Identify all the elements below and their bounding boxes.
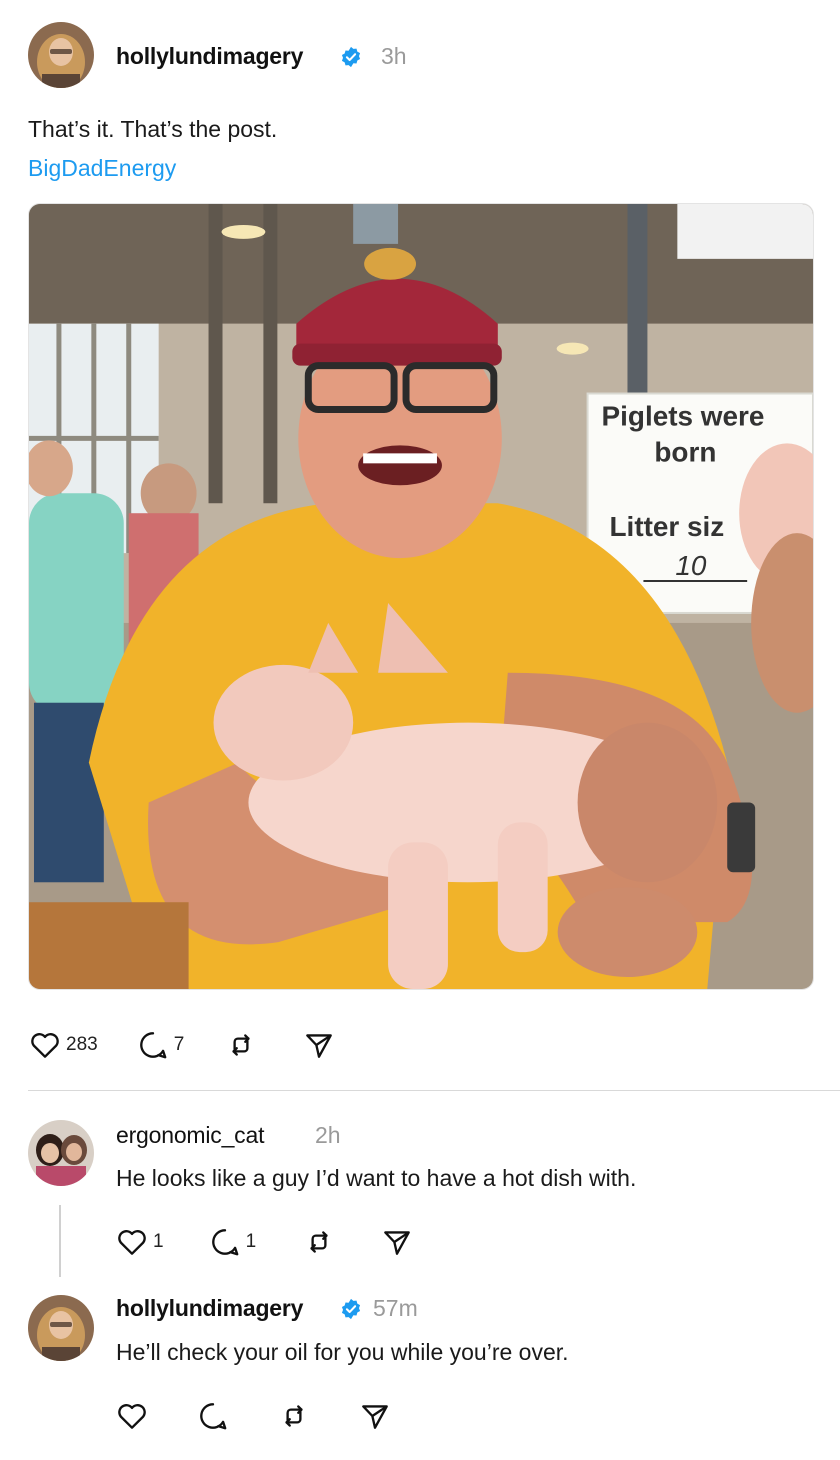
post-actions: 283 7 — [28, 1027, 336, 1063]
reply-text: He’ll check your oil for you while you’r… — [116, 1339, 569, 1365]
verified-badge-icon — [341, 1298, 361, 1320]
post-share-button[interactable] — [302, 1028, 336, 1062]
repost-icon — [285, 1405, 303, 1427]
reply-share-button[interactable] — [358, 1399, 392, 1433]
sign-text-line-1: Piglets were — [602, 400, 765, 431]
share-icon — [362, 1405, 388, 1429]
comment-reply-button[interactable]: 1 — [208, 1225, 257, 1259]
repost-icon — [232, 1034, 250, 1056]
comment-text: He looks like a guy I’d want to have a h… — [116, 1165, 637, 1191]
comment-icon — [211, 1229, 238, 1256]
comment-icon — [139, 1032, 167, 1059]
post-author-avatar[interactable] — [28, 22, 94, 88]
post-timestamp: 3h — [381, 43, 407, 69]
post-like-button[interactable]: 283 — [28, 1028, 98, 1062]
share-icon — [384, 1231, 411, 1255]
comment-reply-count: 1 — [245, 1231, 257, 1252]
comment-author-avatar[interactable] — [28, 1120, 94, 1186]
comment-icon — [200, 1403, 227, 1430]
heart-icon — [118, 1230, 146, 1255]
comment-repost-button[interactable] — [302, 1225, 336, 1259]
comment-share-button[interactable] — [380, 1225, 414, 1259]
comment-actions: 1 1 — [115, 1224, 414, 1260]
post-reply-count: 7 — [173, 1034, 185, 1055]
heart-icon — [118, 1404, 146, 1429]
post-like-count: 283 — [66, 1034, 98, 1055]
reply-username[interactable]: hollylundimagery — [116, 1295, 303, 1322]
post-hashtag-link[interactable]: BigDadEnergy — [28, 155, 176, 182]
reply-timestamp: 57m — [373, 1295, 418, 1321]
share-icon — [306, 1034, 333, 1058]
comment-like-button[interactable]: 1 — [115, 1225, 164, 1259]
reply-like-button[interactable] — [115, 1399, 149, 1433]
post-repost-button[interactable] — [224, 1028, 258, 1062]
post-image[interactable]: Piglets were born Litter siz 10 — [28, 203, 814, 990]
heart-icon — [31, 1033, 59, 1058]
sign-text-line-4: 10 — [675, 550, 707, 581]
post-username[interactable]: hollylundimagery — [116, 43, 303, 70]
divider — [28, 1090, 840, 1091]
post-reply-button[interactable]: 7 — [136, 1028, 185, 1062]
sign-text-line-2: born — [654, 436, 716, 467]
comment-timestamp: 2h — [315, 1122, 341, 1148]
comment-like-count: 1 — [153, 1231, 164, 1252]
sign-text-line-3: Litter siz — [610, 511, 725, 542]
reply-actions — [115, 1398, 392, 1434]
thread-connector-line — [59, 1205, 61, 1277]
reply-repost-button[interactable] — [277, 1399, 311, 1433]
verified-badge-icon — [341, 46, 361, 68]
post-text: That’s it. That’s the post. — [28, 116, 278, 142]
repost-icon — [310, 1231, 328, 1253]
comment-username[interactable]: ergonomic_cat — [116, 1122, 264, 1149]
reply-reply-button[interactable] — [196, 1399, 230, 1433]
reply-author-avatar[interactable] — [28, 1295, 94, 1361]
